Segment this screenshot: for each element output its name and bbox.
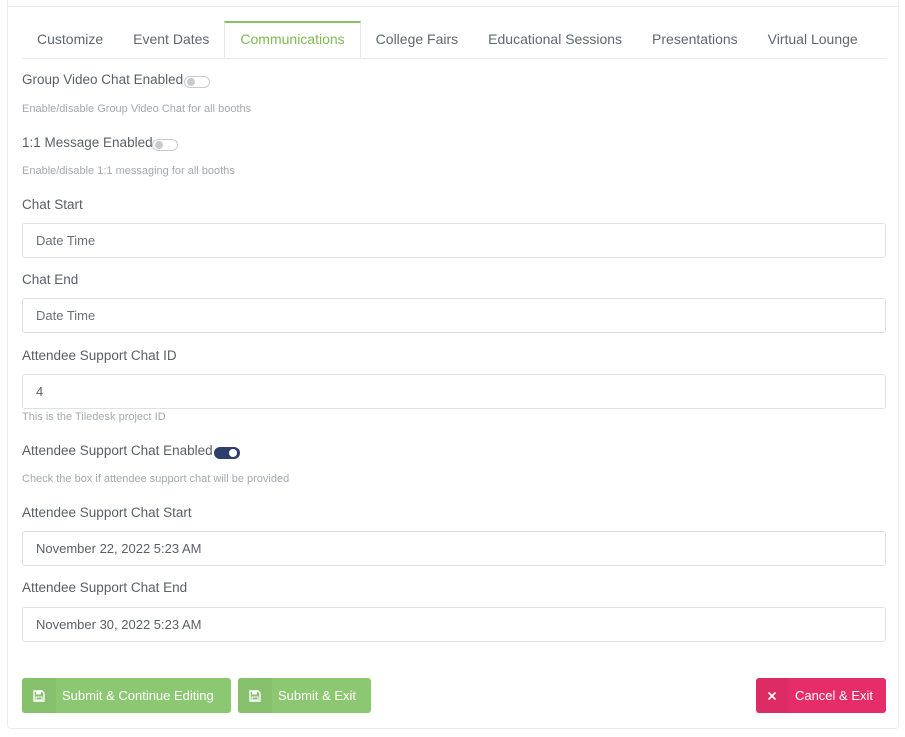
save-icon (22, 678, 56, 713)
message-enabled-toggle[interactable] (152, 139, 178, 151)
support-chat-enabled-help: Check the box if attendee support chat w… (22, 473, 290, 485)
support-chat-start-label: Attendee Support Chat Start (22, 505, 192, 520)
tab-customize[interactable]: Customize (22, 21, 118, 57)
message-enabled-label: 1:1 Message Enabled (22, 135, 153, 150)
tab-communications[interactable]: Communications (224, 21, 361, 58)
submit-continue-button[interactable]: Submit & Continue Editing (22, 678, 231, 713)
support-chat-id-help: This is the Tiledesk project ID (22, 411, 166, 423)
chat-start-label: Chat Start (22, 197, 83, 212)
submit-continue-label: Submit & Continue Editing (62, 688, 214, 703)
toggle-knob (229, 449, 237, 457)
group-video-chat-label: Group Video Chat Enabled (22, 72, 184, 87)
toggle-knob (187, 78, 195, 86)
tab-virtual-lounge[interactable]: Virtual Lounge (753, 21, 873, 57)
save-icon (238, 678, 272, 713)
tab-educational-sessions[interactable]: Educational Sessions (473, 21, 637, 57)
tab-college-fairs[interactable]: College Fairs (361, 21, 473, 57)
support-chat-end-input[interactable] (22, 607, 886, 642)
chat-start-input[interactable] (22, 223, 886, 258)
toggle-knob (155, 141, 163, 149)
support-chat-enabled-toggle[interactable] (214, 447, 240, 459)
support-chat-start-input[interactable] (22, 531, 886, 566)
tab-event-dates[interactable]: Event Dates (118, 21, 224, 57)
support-chat-id-label: Attendee Support Chat ID (22, 348, 177, 363)
support-chat-enabled-label: Attendee Support Chat Enabled (22, 443, 213, 458)
message-enabled-help: Enable/disable 1:1 messaging for all boo… (22, 165, 235, 177)
submit-exit-label: Submit & Exit (278, 688, 357, 703)
support-chat-id-input[interactable] (22, 374, 886, 409)
chat-end-input[interactable] (22, 298, 886, 333)
tab-bar: Customize Event Dates Communications Col… (22, 21, 886, 59)
cancel-exit-button[interactable]: Cancel & Exit (756, 678, 886, 713)
tab-presentations[interactable]: Presentations (637, 21, 753, 57)
cancel-exit-label: Cancel & Exit (794, 688, 873, 703)
group-video-chat-toggle[interactable] (184, 76, 210, 88)
close-icon (756, 678, 789, 713)
chat-end-label: Chat End (22, 272, 79, 287)
group-video-chat-help: Enable/disable Group Video Chat for all … (22, 103, 252, 115)
submit-exit-button[interactable]: Submit & Exit (238, 678, 371, 713)
support-chat-end-label: Attendee Support Chat End (22, 580, 188, 595)
